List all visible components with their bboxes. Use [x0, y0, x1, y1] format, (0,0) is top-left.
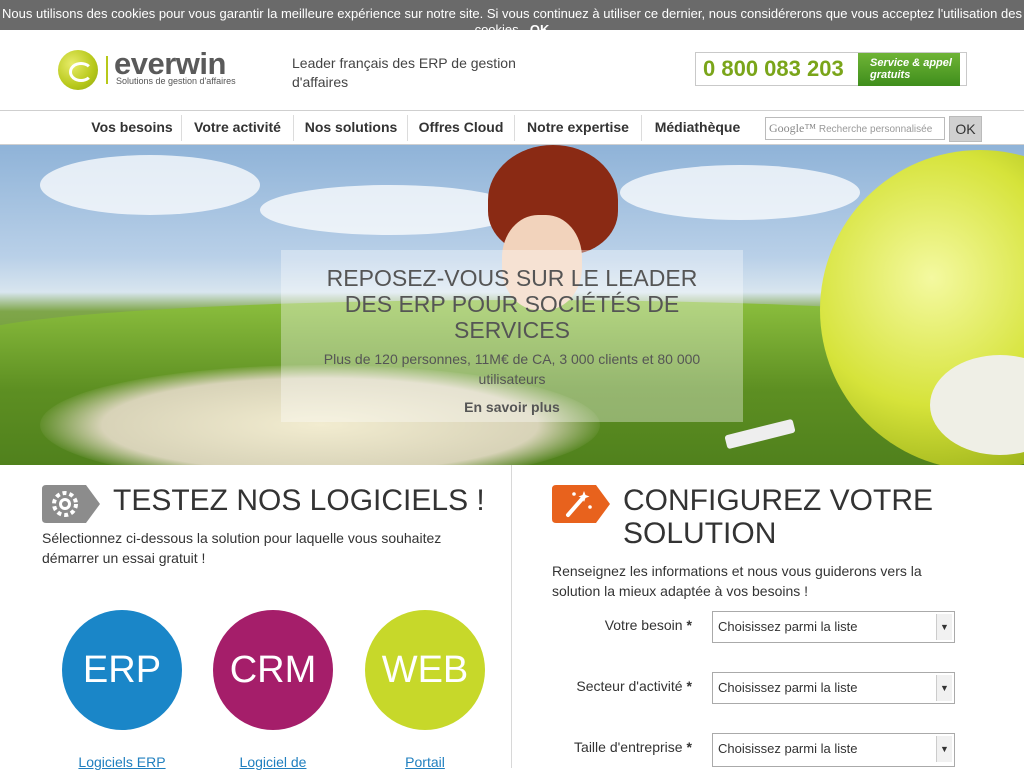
search-input[interactable]: Google™ Recherche personnalisée — [765, 117, 945, 140]
hero-cloud — [40, 155, 260, 215]
cookie-text: Nous utilisons des cookies pour vous gar… — [2, 6, 1022, 30]
web-trial-button[interactable]: WEB — [365, 610, 485, 730]
search-button[interactable]: OK — [949, 116, 982, 142]
field-label-taille: Taille d'entreprise * — [532, 739, 692, 755]
nav-item-offres-cloud[interactable]: Offres Cloud — [411, 111, 511, 144]
hero-subtitle: Plus de 120 personnes, 11M€ de CA, 3 000… — [323, 351, 701, 387]
field-label-besoin: Votre besoin * — [532, 617, 692, 633]
site-header: everwin Solutions de gestion d'affaires … — [0, 30, 1024, 111]
nav-separator — [181, 115, 182, 141]
select-value: Choisissez parmi la liste — [718, 741, 858, 756]
nav-separator — [407, 115, 408, 141]
logo-mark-icon — [58, 50, 98, 90]
field-label-text: Secteur d'activité — [576, 678, 683, 694]
everwin-logo[interactable]: everwin Solutions de gestion d'affaires — [58, 46, 248, 92]
phone-number: 0 800 083 203 — [703, 56, 844, 81]
field-label-text: Votre besoin — [604, 617, 683, 633]
test-section-title: TESTEZ NOS LOGICIELS ! — [113, 484, 485, 517]
free-call-badge: Service & appel gratuits — [858, 53, 960, 86]
logo-subtitle: Solutions de gestion d'affaires — [116, 76, 236, 86]
required-mark: * — [686, 617, 692, 633]
nav-separator — [514, 115, 515, 141]
hero-cloud — [260, 185, 520, 235]
required-mark: * — [686, 678, 692, 694]
nav-item-vos-besoins[interactable]: Vos besoins — [84, 111, 180, 144]
select-value: Choisissez parmi la liste — [718, 619, 858, 634]
logo-divider — [106, 56, 108, 84]
nav-separator — [293, 115, 294, 141]
dropdown-arrow-icon: ▼ — [936, 675, 952, 701]
dropdown-arrow-icon: ▼ — [936, 736, 952, 762]
hero-more-link[interactable]: En savoir plus — [281, 399, 743, 415]
nav-item-notre-expertise[interactable]: Notre expertise — [518, 111, 638, 144]
field-label-secteur: Secteur d'activité * — [532, 678, 692, 694]
hero-cloud — [620, 165, 860, 220]
cookie-ok-button[interactable]: OK — [530, 22, 550, 30]
taille-select[interactable]: Choisissez parmi la liste ▼ — [712, 733, 955, 767]
magic-wand-icon — [552, 485, 610, 523]
select-value: Choisissez parmi la liste — [718, 680, 858, 695]
nav-item-votre-activite[interactable]: Votre activité — [185, 111, 290, 144]
besoin-select[interactable]: Choisissez parmi la liste ▼ — [712, 611, 955, 643]
google-brand: Google™ — [769, 121, 817, 135]
required-mark: * — [686, 739, 692, 755]
search-placeholder: Recherche personnalisée — [818, 124, 933, 135]
nav-item-nos-solutions[interactable]: Nos solutions — [298, 111, 404, 144]
header-tagline: Leader français des ERP de gestion d'aff… — [292, 55, 516, 90]
config-section-title: CONFIGUREZ VOTRE SOLUTION — [623, 484, 934, 550]
cookie-banner: Nous utilisons des cookies pour vous gar… — [0, 0, 1024, 30]
crm-trial-button[interactable]: CRM — [213, 610, 333, 730]
nav-separator — [641, 115, 642, 141]
config-section-desc: Renseignez les informations et nous vous… — [552, 563, 922, 599]
gear-icon — [42, 485, 100, 523]
column-divider — [511, 465, 512, 768]
erp-trial-button[interactable]: ERP — [62, 610, 182, 730]
hero-banner: REPOSEZ-VOUS SUR LE LEADER DES ERP POUR … — [0, 145, 1024, 465]
dropdown-arrow-icon: ▼ — [936, 614, 952, 640]
test-section-desc: Sélectionnez ci-dessous la solution pour… — [42, 530, 442, 566]
main-nav: Vos besoins Votre activité Nos solutions… — [0, 111, 1024, 145]
field-label-text: Taille d'entreprise — [574, 739, 683, 755]
hero-title: REPOSEZ-VOUS SUR LE LEADER DES ERP POUR … — [326, 265, 698, 343]
hero-textbox: REPOSEZ-VOUS SUR LE LEADER DES ERP POUR … — [281, 250, 743, 422]
phone-banner[interactable]: 0 800 083 203 Service & appel gratuits — [695, 52, 967, 86]
nav-item-mediatheque[interactable]: Médiathèque — [645, 111, 750, 144]
secteur-select[interactable]: Choisissez parmi la liste ▼ — [712, 672, 955, 704]
